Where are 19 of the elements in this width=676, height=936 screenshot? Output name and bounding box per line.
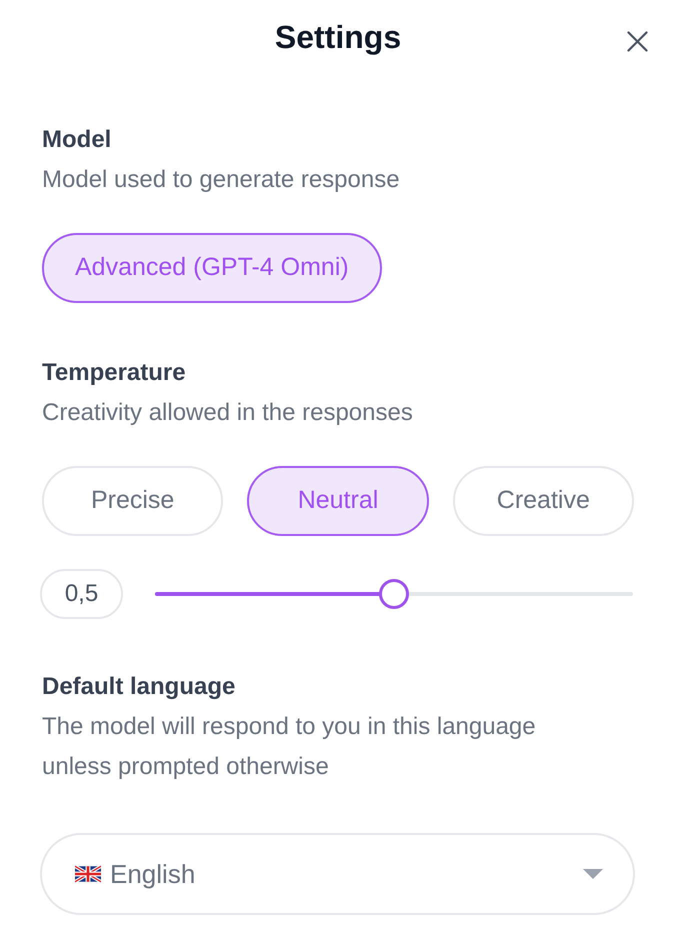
flag-icon — [75, 865, 101, 883]
section-description: Creativity allowed in the responses — [42, 398, 414, 428]
caret-icon — [583, 869, 603, 879]
close-icon — [626, 30, 648, 52]
select-value: English — [110, 858, 196, 890]
temperature-option[interactable]: Neutral — [247, 466, 429, 536]
section-heading: Default language — [42, 672, 236, 702]
slider-thumb[interactable] — [379, 579, 409, 609]
temperature-value-field[interactable]: 0,5 — [40, 569, 123, 619]
section-description: Model used to generate response — [42, 165, 401, 195]
temperature-option[interactable]: Creative — [452, 466, 634, 536]
section-description: The model will respond to you in this language unless prompted otherwise — [42, 712, 537, 782]
section-heading: Temperature — [42, 358, 187, 388]
slider-track[interactable] — [155, 592, 633, 596]
model-option[interactable]: Advanced (GPT-4 Omni) — [42, 233, 382, 303]
window-title: Settings — [274, 18, 402, 57]
language-select[interactable]: English — [40, 833, 635, 915]
section-heading: Model — [42, 125, 112, 155]
temperature-option[interactable]: Precise — [42, 466, 224, 536]
